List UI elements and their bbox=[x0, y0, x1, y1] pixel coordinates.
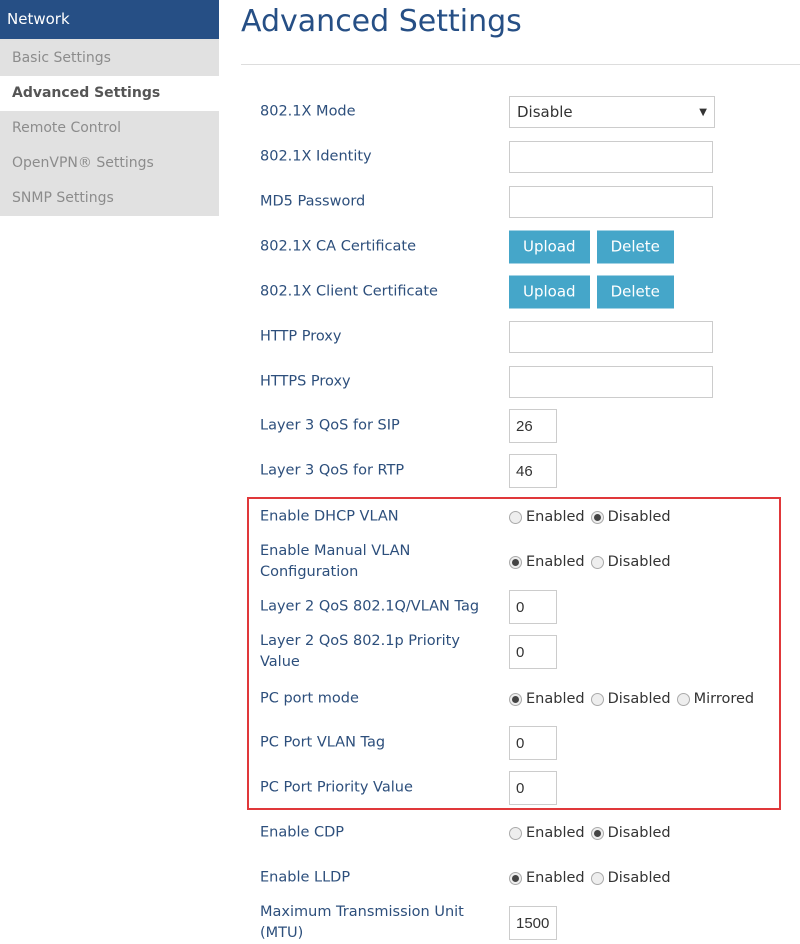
setting-label: HTTP Proxy bbox=[260, 328, 342, 345]
setting-control: Upload Delete bbox=[509, 275, 681, 309]
setting-label: HTTPS Proxy bbox=[260, 373, 351, 390]
vlan-highlight-box bbox=[247, 497, 781, 810]
setting-label: Layer 3 QoS for SIP bbox=[260, 417, 400, 434]
sidebar: Network Basic Settings Advanced Settings R… bbox=[0, 0, 219, 216]
sidebar-header-network: Network bbox=[0, 0, 219, 41]
page-title: Advanced Settings bbox=[241, 4, 522, 39]
radio-enabled[interactable] bbox=[509, 826, 522, 840]
sidebar-item-remote-control[interactable]: Remote Control bbox=[0, 111, 219, 146]
setting-control bbox=[509, 366, 713, 398]
radio-enabled[interactable] bbox=[509, 871, 522, 885]
setting-label: MD5 Password bbox=[260, 193, 366, 210]
radio-disabled[interactable] bbox=[590, 871, 604, 885]
chevron-down-icon: ▼ bbox=[699, 106, 707, 118]
setting-label: Enable CDP bbox=[260, 824, 345, 841]
text-input[interactable] bbox=[509, 186, 713, 218]
delete-button[interactable]: Delete bbox=[596, 230, 674, 264]
setting-control bbox=[509, 321, 713, 353]
setting-control: Upload Delete bbox=[509, 230, 681, 264]
setting-label: 802.1X CA Certificate bbox=[260, 238, 417, 255]
setting-control: Enabled Disabled bbox=[503, 870, 671, 886]
setting-control bbox=[509, 186, 713, 218]
setting-control bbox=[509, 141, 713, 173]
number-input[interactable]: 26 bbox=[509, 409, 557, 443]
setting-control: Enabled Disabled bbox=[503, 825, 671, 841]
title-divider bbox=[241, 64, 800, 65]
setting-control: 26 bbox=[509, 409, 557, 443]
setting-label: 802.1X Client Certificate bbox=[260, 283, 438, 300]
setting-label: Maximum Transmission Unit (MTU) bbox=[260, 904, 464, 941]
radio-label[interactable]: Enabled bbox=[526, 825, 585, 841]
delete-button[interactable]: Delete bbox=[596, 275, 674, 309]
radio-disabled[interactable] bbox=[590, 826, 604, 840]
number-input[interactable]: 1500 bbox=[509, 906, 557, 940]
mode-select[interactable]: Disable ▼ bbox=[509, 96, 715, 128]
radio-label[interactable]: Enabled bbox=[526, 870, 585, 886]
radio-label[interactable]: Disabled bbox=[608, 870, 671, 886]
radio-label[interactable]: Disabled bbox=[608, 825, 671, 841]
upload-button[interactable]: Upload bbox=[509, 230, 590, 264]
sidebar-item-advanced-settings[interactable]: Advanced Settings bbox=[0, 76, 219, 111]
text-input[interactable] bbox=[509, 321, 713, 353]
setting-control: 46 bbox=[509, 454, 557, 488]
sidebar-item-basic-settings[interactable]: Basic Settings bbox=[0, 41, 219, 76]
number-input[interactable]: 46 bbox=[509, 454, 557, 488]
sidebar-item-openvpn-settings[interactable]: OpenVPN® Settings bbox=[0, 146, 219, 181]
setting-label: 802.1X Mode bbox=[260, 103, 356, 120]
text-input[interactable] bbox=[509, 141, 713, 173]
setting-label: Enable LLDP bbox=[260, 869, 351, 886]
upload-button[interactable]: Upload bbox=[509, 275, 590, 309]
setting-control: 1500 bbox=[509, 906, 557, 940]
setting-label: Layer 3 QoS for RTP bbox=[260, 462, 405, 479]
sidebar-item-snmp-settings[interactable]: SNMP Settings bbox=[0, 181, 219, 216]
text-input[interactable] bbox=[509, 366, 713, 398]
setting-label: 802.1X Identity bbox=[260, 148, 372, 165]
select-value: Disable bbox=[517, 103, 573, 121]
setting-control: Disable ▼ bbox=[509, 96, 715, 128]
